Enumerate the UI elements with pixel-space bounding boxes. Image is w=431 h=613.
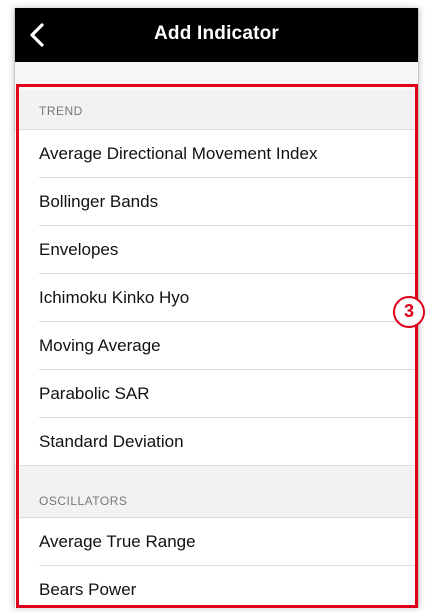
list-item[interactable]: Average True Range bbox=[15, 518, 418, 566]
list-item[interactable]: Envelopes bbox=[15, 226, 418, 274]
top-spacer bbox=[15, 62, 418, 90]
list-item[interactable]: Ichimoku Kinko Hyo bbox=[15, 274, 418, 322]
list-item[interactable]: Bears Power bbox=[15, 566, 418, 608]
list-item[interactable]: Average Directional Movement Index bbox=[15, 130, 418, 178]
list-item[interactable]: Standard Deviation bbox=[15, 418, 418, 466]
navigation-bar: Add Indicator bbox=[15, 8, 418, 62]
page-title: Add Indicator bbox=[153, 23, 280, 44]
section-header-oscillators: OSCILLATORS bbox=[15, 466, 418, 518]
indicator-list: TREND Average Directional Movement Index… bbox=[15, 90, 418, 608]
list-item[interactable]: Moving Average bbox=[15, 322, 418, 370]
list-item[interactable]: Parabolic SAR bbox=[15, 370, 418, 418]
section-header-trend: TREND bbox=[15, 90, 418, 130]
list-item[interactable]: Bollinger Bands bbox=[15, 178, 418, 226]
phone-screen: Add Indicator TREND Average Directional … bbox=[14, 8, 419, 608]
annotation-step-badge: 3 bbox=[393, 296, 425, 328]
